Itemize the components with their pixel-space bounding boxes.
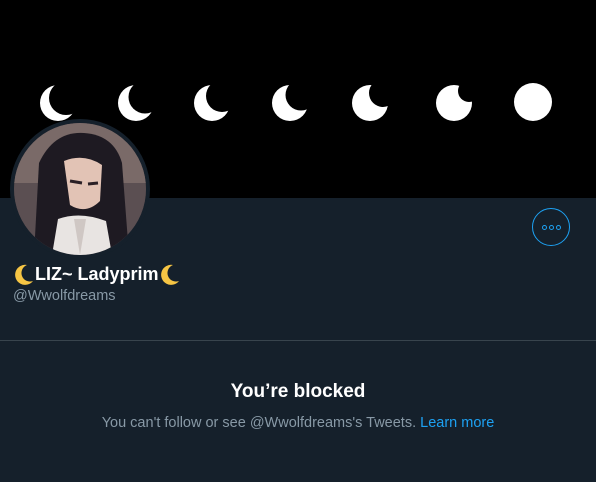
blocked-message: You can't follow or see @Wwolfdreams's T… bbox=[0, 415, 596, 431]
blocked-title: You’re blocked bbox=[230, 381, 366, 402]
blocked-message-text: You can't follow or see @Wwolfdreams's T… bbox=[101, 415, 417, 431]
more-dot bbox=[555, 224, 561, 230]
display-name-text: LIZ~ Ladyprim bbox=[35, 263, 159, 284]
profile-handle: @Wwolfdreams bbox=[13, 288, 116, 304]
more-dot bbox=[548, 224, 554, 230]
divider bbox=[0, 340, 596, 341]
avatar-image bbox=[14, 123, 146, 255]
profile-avatar[interactable] bbox=[10, 119, 150, 259]
learn-more-link[interactable]: Learn more bbox=[420, 415, 494, 431]
crescent-moon-icon bbox=[15, 264, 33, 285]
more-dot bbox=[541, 224, 547, 230]
more-options-button[interactable] bbox=[532, 208, 570, 246]
display-name: LIZ~ Ladyprim bbox=[13, 263, 181, 285]
crescent-moon-icon bbox=[160, 264, 179, 285]
